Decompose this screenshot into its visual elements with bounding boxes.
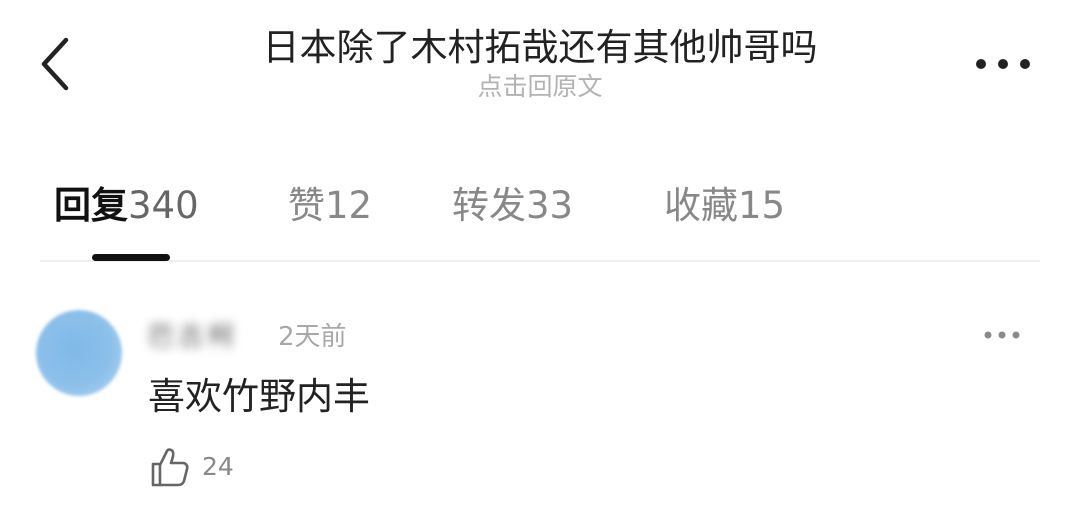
comment-timestamp: 2天前 xyxy=(278,322,347,352)
comment-more-button[interactable] xyxy=(980,326,1024,344)
tab-reposts[interactable]: 转发33 xyxy=(452,180,573,232)
page-title: 日本除了木村拓哉还有其他帅哥吗 xyxy=(262,26,818,69)
avatar[interactable] xyxy=(36,310,122,396)
more-dots-icon xyxy=(984,331,1020,339)
tab-label: 赞 xyxy=(288,184,325,227)
tab-likes[interactable]: 赞12 xyxy=(288,180,372,232)
comment-text: 喜欢竹野内丰 xyxy=(148,375,370,418)
tabs-divider xyxy=(40,260,1040,262)
tab-count: 15 xyxy=(738,184,786,227)
tab-count: 340 xyxy=(128,184,199,227)
like-button[interactable] xyxy=(150,446,190,488)
tab-label: 转发 xyxy=(452,184,526,227)
tab-count: 33 xyxy=(526,184,574,227)
active-tab-indicator xyxy=(92,254,170,261)
thread-detail-screen: 日本除了木村拓哉还有其他帅哥吗 点击回原文 回复340 赞12 转发33 收藏1… xyxy=(0,0,1080,508)
thumbs-up-icon xyxy=(151,448,189,487)
more-dots-icon xyxy=(976,59,1030,69)
more-options-button[interactable] xyxy=(968,50,1038,78)
tab-label: 回复 xyxy=(54,184,128,227)
comment-username[interactable]: 巴古柯 xyxy=(148,320,238,354)
tab-replies[interactable]: 回复340 xyxy=(54,180,199,232)
tab-count: 12 xyxy=(325,184,373,227)
view-original-link[interactable]: 点击回原文 xyxy=(0,70,1080,104)
like-count: 24 xyxy=(202,452,234,481)
tab-favorites[interactable]: 收藏15 xyxy=(664,180,785,232)
tab-label: 收藏 xyxy=(664,184,738,227)
